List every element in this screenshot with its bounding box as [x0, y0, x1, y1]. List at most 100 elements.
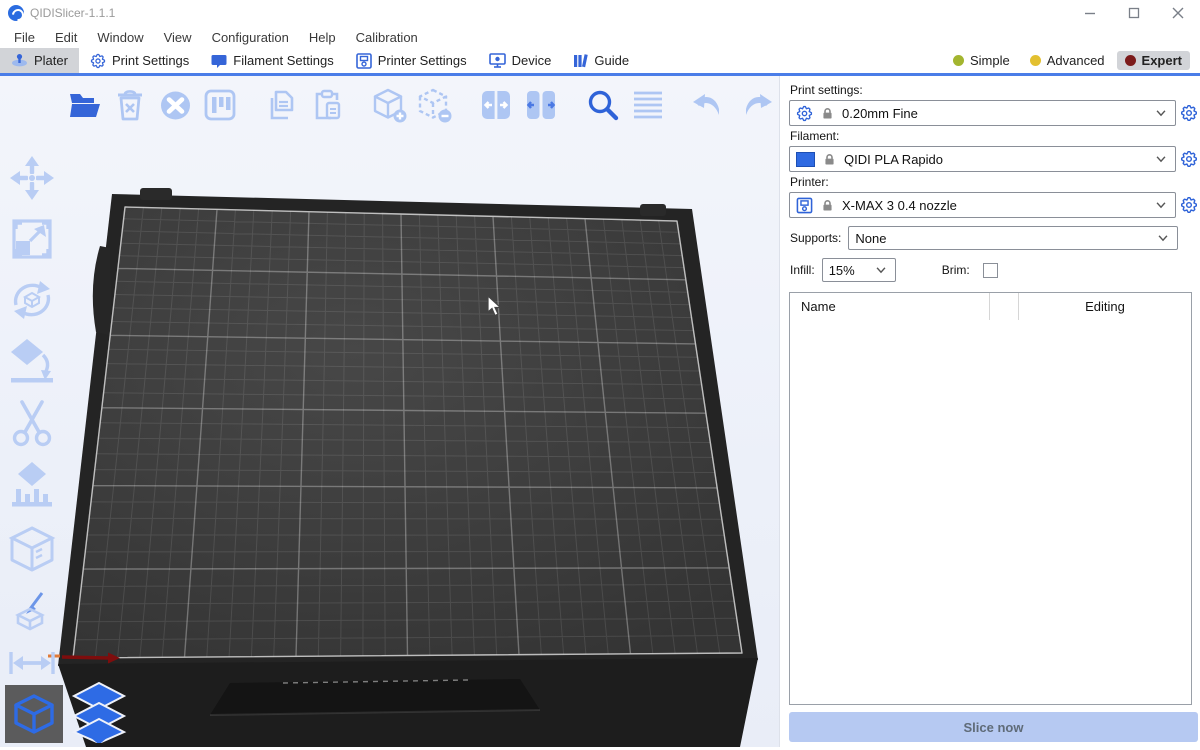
remove-instance-icon	[416, 87, 452, 123]
printer-combo[interactable]: X-MAX 3 0.4 nozzle	[789, 192, 1176, 218]
undo-icon	[692, 91, 728, 119]
variable-layer-height-button[interactable]	[629, 86, 667, 124]
gizmo-toolbar	[4, 154, 60, 680]
gear-icon	[1180, 150, 1198, 168]
print-settings-gear-button[interactable]	[1178, 102, 1200, 124]
column-editing: Editing	[1019, 299, 1191, 314]
cut-icon	[9, 398, 55, 448]
arrange-button[interactable]	[201, 86, 239, 124]
expert-dot-icon	[1125, 55, 1136, 66]
measure-tool[interactable]	[4, 646, 60, 680]
minimize-button[interactable]	[1068, 0, 1112, 26]
gear-icon	[1180, 104, 1198, 122]
scale-tool[interactable]	[4, 215, 60, 263]
3d-editor-view-button[interactable]	[5, 685, 63, 743]
measure-icon	[7, 646, 57, 680]
split-to-parts-button[interactable]	[522, 86, 560, 124]
tab-plater[interactable]: Plater	[0, 48, 79, 73]
tab-filament-settings[interactable]: Filament Settings	[200, 48, 344, 73]
mode-selector: Simple Advanced Expert	[945, 48, 1200, 73]
menu-configuration[interactable]: Configuration	[202, 26, 299, 48]
filament-label: Filament:	[790, 129, 1200, 143]
chevron-down-icon	[1154, 198, 1168, 212]
seam-painting-icon	[6, 524, 58, 576]
rotate-tool[interactable]	[4, 276, 60, 324]
delete-button[interactable]	[111, 86, 149, 124]
brim-label: Brim:	[942, 263, 970, 277]
delete-all-button[interactable]	[156, 86, 194, 124]
menu-file[interactable]: File	[4, 26, 45, 48]
delete-icon	[115, 89, 145, 121]
chevron-down-icon	[874, 263, 888, 277]
tab-device[interactable]: Device	[478, 48, 563, 73]
paint-on-supports-tool[interactable]	[4, 461, 60, 511]
print-settings-combo[interactable]: 0.20mm Fine	[789, 100, 1176, 126]
maximize-button[interactable]	[1112, 0, 1156, 26]
gear-icon	[90, 53, 106, 69]
redo-button[interactable]	[736, 86, 774, 124]
menu-calibration[interactable]: Calibration	[346, 26, 428, 48]
mode-expert[interactable]: Expert	[1117, 51, 1190, 70]
mode-simple[interactable]: Simple	[945, 51, 1018, 70]
remove-instance-button[interactable]	[415, 86, 453, 124]
place-on-face-tool[interactable]	[4, 337, 60, 385]
top-toolbar	[66, 86, 774, 124]
settings-panel: Print settings: 0.20mm Fine Filament: QI…	[779, 76, 1200, 747]
tab-bar: Plater Print Settings Filament Settings …	[0, 48, 1200, 76]
undo-button[interactable]	[691, 86, 729, 124]
open-file-button[interactable]	[66, 86, 104, 124]
close-button[interactable]	[1156, 0, 1200, 26]
3d-viewport[interactable]	[0, 76, 779, 747]
paste-button[interactable]	[308, 86, 346, 124]
menu-view[interactable]: View	[154, 26, 202, 48]
copy-icon	[266, 88, 298, 122]
lock-icon	[820, 198, 835, 213]
filament-icon	[211, 54, 227, 68]
window-title: QIDISlicer-1.1.1	[30, 6, 115, 20]
advanced-dot-icon	[1030, 55, 1041, 66]
chevron-down-icon	[1156, 231, 1170, 245]
tab-guide[interactable]: Guide	[562, 48, 640, 73]
seam-painting-tool[interactable]	[4, 524, 60, 576]
mode-advanced[interactable]: Advanced	[1022, 51, 1113, 70]
search-button[interactable]	[584, 86, 622, 124]
add-instance-button[interactable]	[370, 86, 408, 124]
printer-gear-button[interactable]	[1178, 194, 1200, 216]
split-to-objects-icon	[479, 88, 513, 122]
lock-icon	[820, 106, 835, 121]
add-instance-icon	[371, 87, 407, 123]
infill-label: Infill:	[790, 263, 815, 277]
brim-checkbox[interactable]	[983, 263, 998, 278]
preview-layers-icon	[68, 681, 130, 743]
slice-now-button[interactable]: Slice now	[789, 712, 1198, 742]
preview-button[interactable]	[68, 681, 130, 743]
filament-gear-button[interactable]	[1178, 148, 1200, 170]
object-list-header: Name Editing	[790, 293, 1191, 320]
menu-help[interactable]: Help	[299, 26, 346, 48]
delete-all-icon	[159, 90, 192, 121]
arrange-icon	[204, 89, 236, 121]
chevron-down-icon	[1154, 152, 1168, 166]
object-list-body[interactable]	[790, 320, 1191, 704]
lock-icon	[822, 152, 837, 167]
paste-icon	[311, 88, 343, 122]
infill-combo[interactable]: 15%	[822, 258, 896, 282]
printer-icon	[356, 53, 372, 69]
object-list[interactable]: Name Editing	[789, 292, 1192, 705]
gear-icon	[1180, 196, 1198, 214]
supports-combo[interactable]: None	[848, 226, 1178, 250]
cut-tool[interactable]	[4, 398, 60, 448]
device-icon	[489, 53, 506, 68]
tab-print-settings[interactable]: Print Settings	[79, 48, 200, 73]
copy-button[interactable]	[263, 86, 301, 124]
filament-combo[interactable]: QIDI PLA Rapido	[789, 146, 1176, 172]
split-to-objects-button[interactable]	[477, 86, 515, 124]
menu-edit[interactable]: Edit	[45, 26, 87, 48]
tab-printer-settings[interactable]: Printer Settings	[345, 48, 478, 73]
move-tool[interactable]	[4, 154, 60, 202]
emboss-tool[interactable]	[4, 589, 60, 633]
column-name: Name	[790, 299, 989, 314]
menu-window[interactable]: Window	[87, 26, 153, 48]
supports-label: Supports:	[790, 231, 841, 245]
view-toggle	[5, 681, 130, 743]
